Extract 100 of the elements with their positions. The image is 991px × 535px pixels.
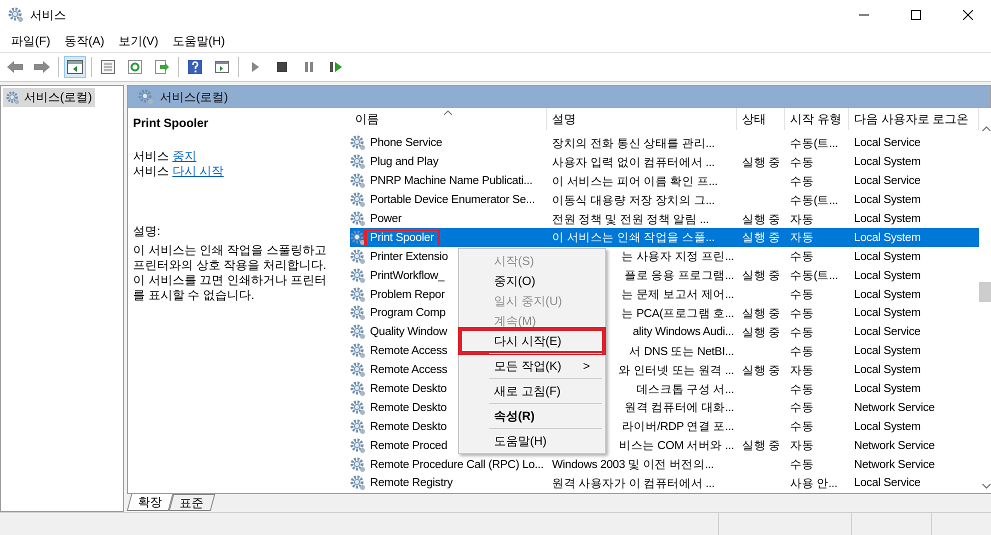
maximize-icon xyxy=(911,10,921,20)
gear-icon xyxy=(138,89,154,105)
status-cell-text: 실행 중 xyxy=(741,326,782,340)
status-cell-text: 실행 중 xyxy=(741,269,782,284)
service-name-cell[interactable]: Printer Extensio xyxy=(368,250,450,263)
scroll-down-icon[interactable] xyxy=(982,483,991,489)
startup-type-cell-text: 수동 xyxy=(789,306,815,321)
column-header[interactable]: 이름 xyxy=(350,108,547,130)
gear-icon xyxy=(350,305,366,322)
context-menu-item[interactable]: 새로 고침(F) xyxy=(462,381,602,401)
gear-icon xyxy=(350,135,366,152)
startup-type-cell-text: 자동 xyxy=(789,364,815,378)
column-header[interactable]: 시작 유형 xyxy=(785,108,849,130)
logon-cell-text: Local System xyxy=(853,345,922,358)
startup-type-cell-text: 수동 xyxy=(789,458,815,472)
logon-cell-text: Local System xyxy=(853,307,922,320)
service-name-cell[interactable]: Portable Device Enumerator Se... xyxy=(368,194,537,206)
service-name-cell[interactable]: Program Comp xyxy=(368,307,448,320)
description-cell-text: ality Windows Audi... xyxy=(632,326,735,338)
service-name-cell[interactable]: Remote Deskto xyxy=(368,383,449,396)
service-name-cell[interactable]: Phone Service xyxy=(368,137,444,150)
column-header[interactable]: 설명 xyxy=(547,108,737,130)
description-cell-text: 원격 컴퓨터에 대화... xyxy=(624,401,735,416)
gear-icon xyxy=(350,211,366,227)
service-name-cell[interactable]: Power xyxy=(368,213,404,225)
gear-icon xyxy=(350,154,366,170)
service-name-cell[interactable]: Remote Proced xyxy=(368,440,450,452)
gear-icon xyxy=(6,90,20,104)
tree-item[interactable]: 서비스(로컬) xyxy=(3,88,95,107)
logon-cell-text: Local System xyxy=(853,250,922,263)
startup-type-cell-text: 자동 xyxy=(789,212,815,226)
column-header[interactable]: 상태 xyxy=(737,108,785,130)
menu-item[interactable]: 보기(V) xyxy=(111,32,166,50)
logon-cell-text: Local System xyxy=(853,232,922,244)
service-name-cell[interactable]: PNRP Machine Name Publicati... xyxy=(368,175,535,188)
action-text: 서비스 xyxy=(133,164,170,178)
logon-cell-text: Network Service xyxy=(853,402,936,414)
service-name-cell[interactable]: Plug and Play xyxy=(368,156,440,168)
description-cell-text: 전원 정책 및 전원 정책 알림 ... xyxy=(551,212,710,226)
context-menu-item[interactable]: 모든 작업(K) > xyxy=(462,356,602,376)
description-cell-text: 라이버/RDP 연결 포... xyxy=(620,420,735,434)
startup-type-cell-text: 수동 xyxy=(789,420,815,434)
startup-type-cell-text: 수동 xyxy=(789,250,815,264)
context-menu-item[interactable]: 중지(O) xyxy=(462,271,602,291)
scrollbar-thumb[interactable] xyxy=(979,282,991,302)
scrollbar[interactable] xyxy=(979,108,991,493)
startup-type-cell-text: 수동(트... xyxy=(789,269,840,284)
console-tree-button[interactable] xyxy=(64,56,86,78)
action-link[interactable]: 다시 시작 xyxy=(172,164,224,178)
service-name-cell[interactable]: Remote Registry xyxy=(368,477,455,490)
startup-type-cell-text: 자동 xyxy=(789,231,815,246)
gear-icon xyxy=(350,362,366,378)
gear-icon xyxy=(350,268,366,284)
play-icon xyxy=(250,61,260,73)
service-name-cell[interactable]: Remote Deskto xyxy=(368,402,449,414)
gear-icon xyxy=(350,418,366,435)
context-menu-item[interactable]: 도움말(H) xyxy=(462,431,602,451)
gear-icon xyxy=(350,438,366,454)
logon-cell-text: Network Service xyxy=(853,458,936,471)
service-name-cell[interactable]: Quality Window xyxy=(368,326,450,338)
gear-icon xyxy=(350,400,366,416)
logon-cell-text: Network Service xyxy=(853,440,936,452)
pause-icon xyxy=(303,61,315,73)
close-icon xyxy=(963,10,973,20)
gear-icon xyxy=(350,248,366,265)
startup-type-cell-text: 수동(트... xyxy=(789,194,840,208)
service-name-cell[interactable]: Remote Access xyxy=(368,364,450,376)
menu-item[interactable]: 동작(A) xyxy=(57,32,112,50)
status-cell-text: 실행 중 xyxy=(741,364,782,378)
description-cell-text: 이동식 대용량 저장 장치의 그... xyxy=(551,194,716,208)
description-cell-text: 원격 사용자가 이 컴퓨터에서 ... xyxy=(551,476,716,491)
service-name-cell[interactable]: Remote Access xyxy=(368,345,450,358)
context-menu-item[interactable]: 속성(R) xyxy=(462,406,602,426)
action-text: 서비스 xyxy=(133,149,170,163)
description-cell-text: 와 인터넷 또는 원격 ... xyxy=(618,364,735,378)
logon-cell-text: Local Service xyxy=(853,175,922,188)
menu-item[interactable]: 파일(F) xyxy=(4,32,58,50)
scroll-up-icon[interactable] xyxy=(982,126,991,132)
logon-cell-text: Local System xyxy=(853,156,922,168)
gear-icon xyxy=(350,324,366,340)
gear-icon xyxy=(350,475,366,492)
service-name-cell[interactable]: Remote Procedure Call (RPC) Lo... xyxy=(368,458,546,471)
action-link[interactable]: 중지 xyxy=(172,149,196,163)
service-name-cell[interactable]: Remote Deskto xyxy=(368,420,449,433)
gear-icon xyxy=(350,343,366,360)
logon-cell-text: Local Service xyxy=(853,477,922,490)
startup-type-cell-text: 사용 안... xyxy=(789,476,838,491)
service-name-cell[interactable]: Problem Repor xyxy=(368,288,447,301)
gear-icon xyxy=(350,381,366,398)
startup-type-cell-text: 수동 xyxy=(789,156,815,170)
description-cell-text: 장치의 전화 통신 상태를 관리... xyxy=(551,136,716,151)
status-cell-text: 실행 중 xyxy=(741,156,782,170)
menu-item[interactable]: 도움말(H) xyxy=(165,32,232,50)
view-tab[interactable]: 표준 xyxy=(168,494,216,511)
gear-icon xyxy=(350,286,366,303)
startup-type-cell-text: 수동(트... xyxy=(789,136,840,151)
status-cell-text: 실행 중 xyxy=(741,231,782,246)
view-tab[interactable]: 확장 xyxy=(126,494,174,511)
service-name-cell[interactable]: PrintWorkflow_ xyxy=(368,270,446,282)
description-text: 이 서비스는 인쇄 작업을 스풀링하고 프린터와의 상호 작용을 처리합니다. 이 서비스를 끄면 인쇄하거나 프린터를 표시할 수 없습니다. xyxy=(133,243,328,303)
